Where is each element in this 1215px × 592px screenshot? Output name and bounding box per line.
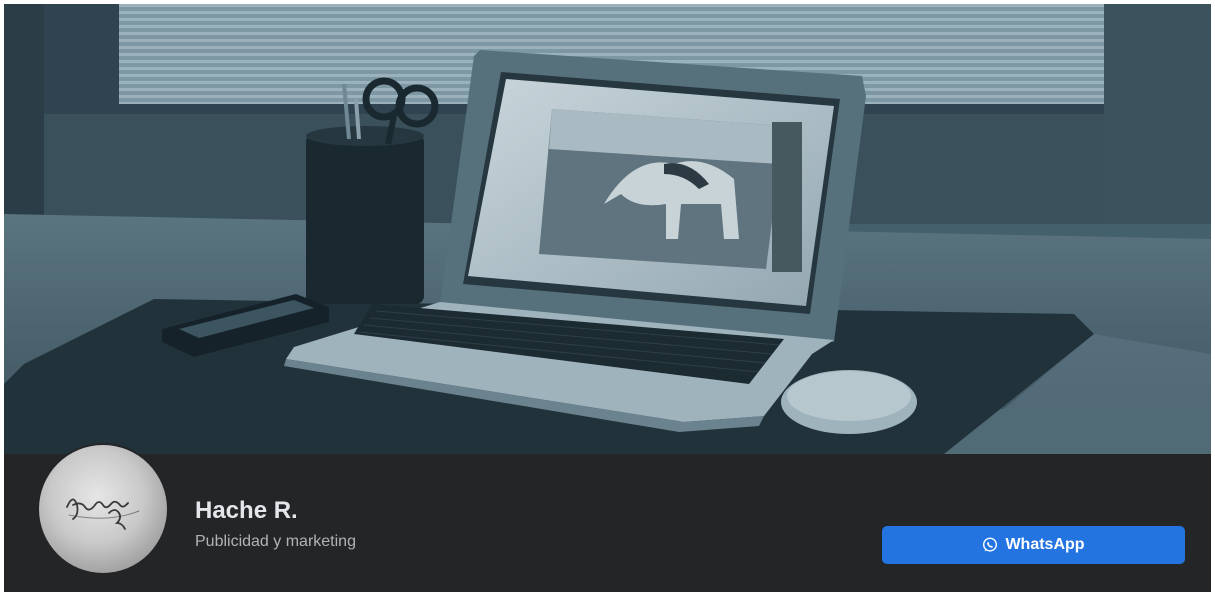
page-category: Publicidad y marketing xyxy=(195,533,356,550)
profile-info-bar xyxy=(4,454,1211,592)
whatsapp-button-label: WhatsApp xyxy=(1005,536,1085,553)
whatsapp-icon xyxy=(982,537,998,553)
page-name[interactable]: Hache R. xyxy=(195,497,298,525)
signature-logo xyxy=(66,498,140,530)
cover-photo[interactable] xyxy=(4,4,1211,454)
cover-photo-illustration xyxy=(4,4,1211,454)
profile-avatar[interactable] xyxy=(39,445,167,573)
page-header: Hache R. Publicidad y marketing WhatsApp xyxy=(4,4,1211,592)
whatsapp-button[interactable]: WhatsApp xyxy=(882,526,1185,564)
